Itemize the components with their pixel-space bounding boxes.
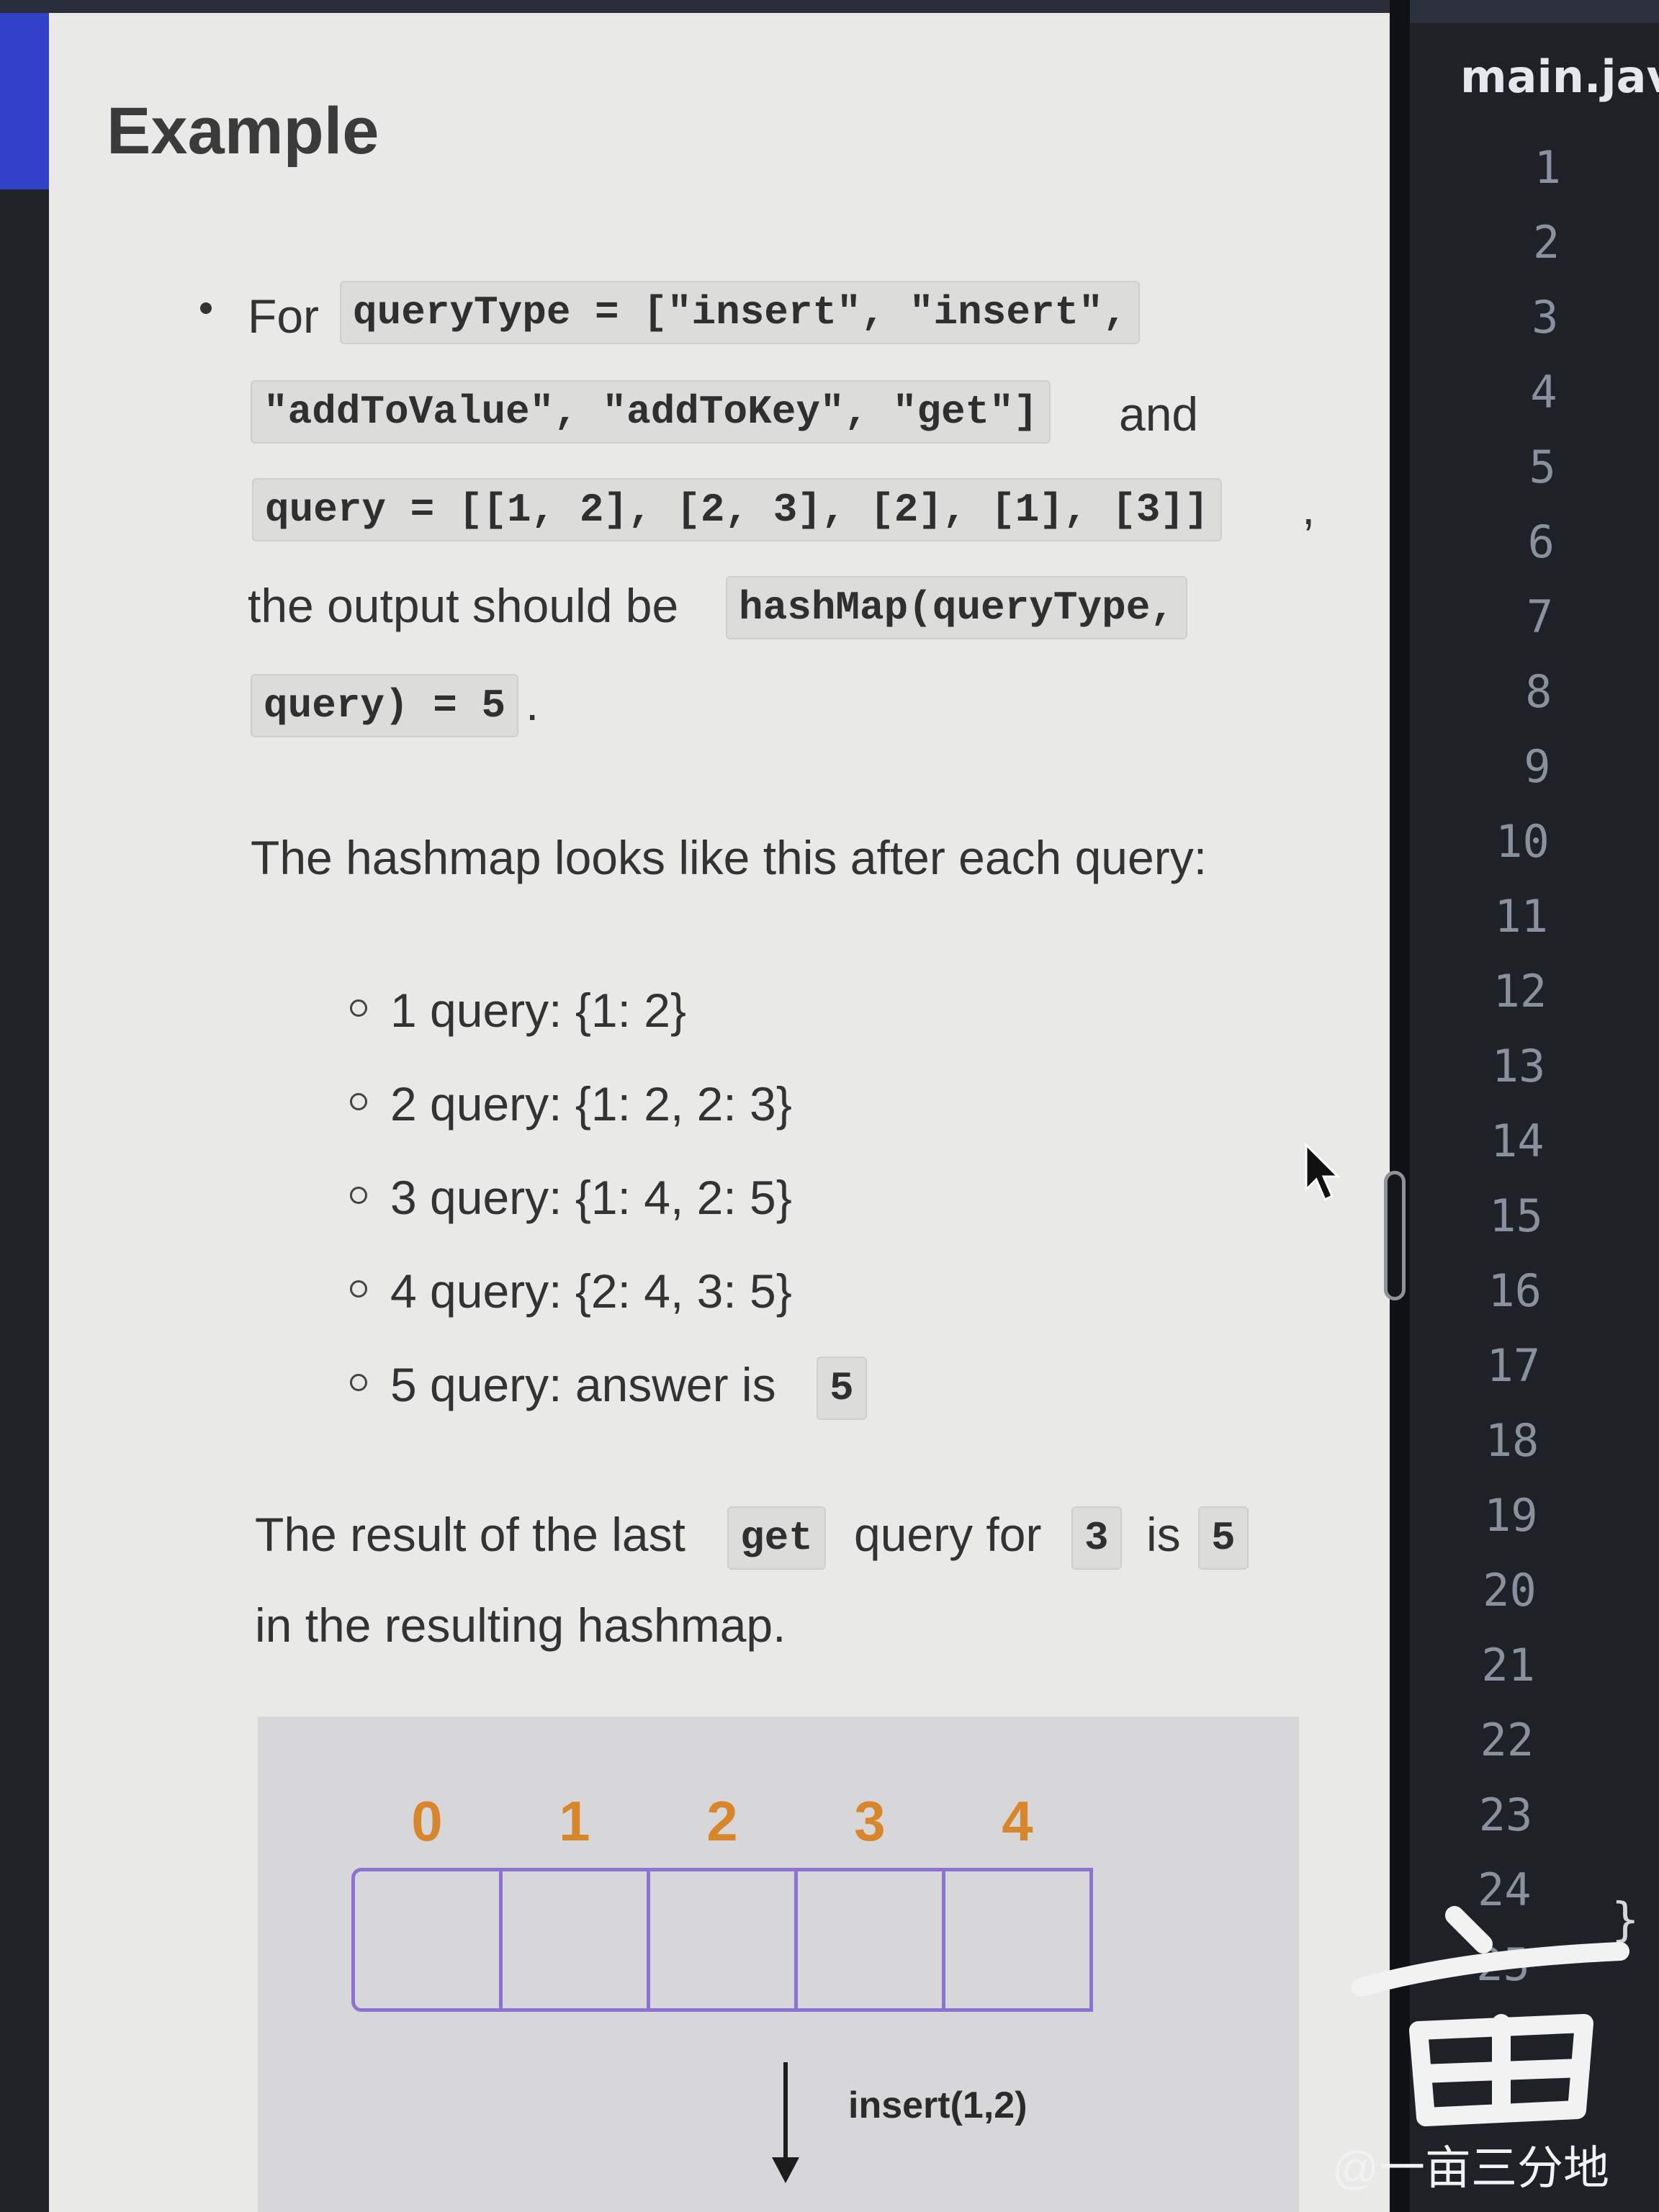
line-number: 22	[1480, 1714, 1534, 1766]
line-number: 14	[1490, 1115, 1545, 1167]
result-text-part4: in the resulting hashmap.	[255, 1599, 786, 1652]
bucket-cell	[647, 1868, 798, 2012]
line-number: 3	[1532, 291, 1559, 343]
line-number: 23	[1478, 1789, 1533, 1841]
circle-bullet	[350, 1374, 367, 1391]
down-arrow-icon	[772, 2157, 799, 2183]
line-number: 21	[1481, 1639, 1535, 1691]
watermark-text: @一亩三分地	[1332, 2142, 1609, 2194]
comma: ,	[1302, 481, 1316, 534]
editor-top-bar	[1410, 0, 1659, 23]
index-label: 4	[1002, 1789, 1033, 1853]
line-number: 13	[1491, 1040, 1546, 1092]
line-number: 11	[1494, 890, 1548, 943]
line-number: 9	[1524, 740, 1551, 793]
index-label: 3	[854, 1789, 886, 1853]
problem-description-panel[interactable]: Example For queryType = ["insert", "inse…	[49, 13, 1390, 2212]
line-number: 16	[1488, 1264, 1542, 1317]
result-text-part3: is	[1146, 1508, 1181, 1561]
result-text-part2: query for	[854, 1508, 1042, 1561]
circle-bullet	[350, 1093, 367, 1110]
and-word: and	[1119, 387, 1199, 441]
code-get: get	[727, 1506, 826, 1570]
line-number: 12	[1493, 965, 1547, 1017]
mouse-cursor-icon	[1305, 1142, 1341, 1202]
panel-divider[interactable]	[1390, 0, 1410, 2212]
left-bezel	[0, 13, 49, 2212]
line-number: 5	[1529, 441, 1556, 493]
circle-bullet	[350, 1280, 367, 1298]
watermark-logo-icon	[1352, 1906, 1629, 2126]
bucket-cell	[794, 1868, 945, 2012]
for-word: For	[248, 289, 319, 343]
circle-bullet	[350, 999, 367, 1017]
line-number: 7	[1526, 590, 1554, 643]
query-item: 3 query: {1: 4, 2: 5}	[390, 1171, 792, 1224]
index-label: 0	[411, 1789, 443, 1853]
code-query-type-part1: queryType = ["insert", "insert",	[340, 281, 1141, 344]
accent-strip	[0, 13, 49, 189]
result-text-part1: The result of the last	[255, 1508, 685, 1561]
bucket-cell	[499, 1868, 650, 2012]
code-value: 5	[1198, 1506, 1249, 1570]
line-number: 2	[1532, 216, 1560, 269]
bucket-cell	[942, 1868, 1093, 2012]
circle-bullet	[350, 1187, 367, 1204]
query-item: 1 query: {1: 2}	[390, 984, 686, 1037]
query-item: 5 query: answer is	[390, 1358, 776, 1411]
line-number: 19	[1483, 1489, 1538, 1542]
query-item: 4 query: {2: 4, 3: 5}	[390, 1264, 792, 1318]
line-number: 18	[1485, 1414, 1539, 1467]
code-query: query = [[1, 2], [2, 3], [2], [1], [3]]	[252, 478, 1222, 541]
line-number: 20	[1483, 1564, 1537, 1617]
hashmap-diagram: 0 1 2 3 4 insert(1,2)	[258, 1717, 1299, 2212]
bucket-array	[351, 1868, 1093, 2012]
code-output-part1: hashMap(queryType,	[726, 576, 1187, 639]
line-number: 8	[1525, 665, 1552, 718]
index-label: 1	[559, 1789, 590, 1853]
resize-handle[interactable]	[1384, 1171, 1406, 1300]
line-number: 17	[1486, 1339, 1541, 1392]
code-query-type-part2: "addToValue", "addToKey", "get"]	[251, 380, 1051, 444]
query-item: 2 query: {1: 2, 2: 3}	[390, 1077, 792, 1130]
output-text: the output should be	[248, 579, 679, 632]
down-arrow-shaft	[783, 2062, 788, 2170]
index-label: 2	[706, 1789, 738, 1853]
hashmap-intro: The hashmap looks like this after each q…	[251, 831, 1208, 884]
query5-code: 5	[817, 1357, 867, 1420]
period: .	[526, 677, 539, 730]
example-heading: Example	[107, 94, 379, 168]
line-number: 1	[1534, 141, 1561, 194]
bullet-dot	[200, 302, 212, 314]
bucket-cell	[351, 1868, 503, 2012]
file-tab[interactable]: main.jav	[1460, 50, 1659, 103]
code-output-part2: query) = 5	[251, 674, 519, 737]
line-number: 10	[1496, 815, 1550, 868]
code-key: 3	[1071, 1506, 1122, 1570]
line-number: 4	[1530, 366, 1557, 418]
operation-label: insert(1,2)	[848, 2085, 1028, 2126]
line-number: 15	[1489, 1190, 1543, 1242]
code-editor[interactable]: main.jav 1 2 3 4 5 6 7 8 9 10 11 12 13 14 15 16 17 18 19 20…	[1410, 0, 1659, 2212]
line-number: 6	[1527, 516, 1555, 568]
